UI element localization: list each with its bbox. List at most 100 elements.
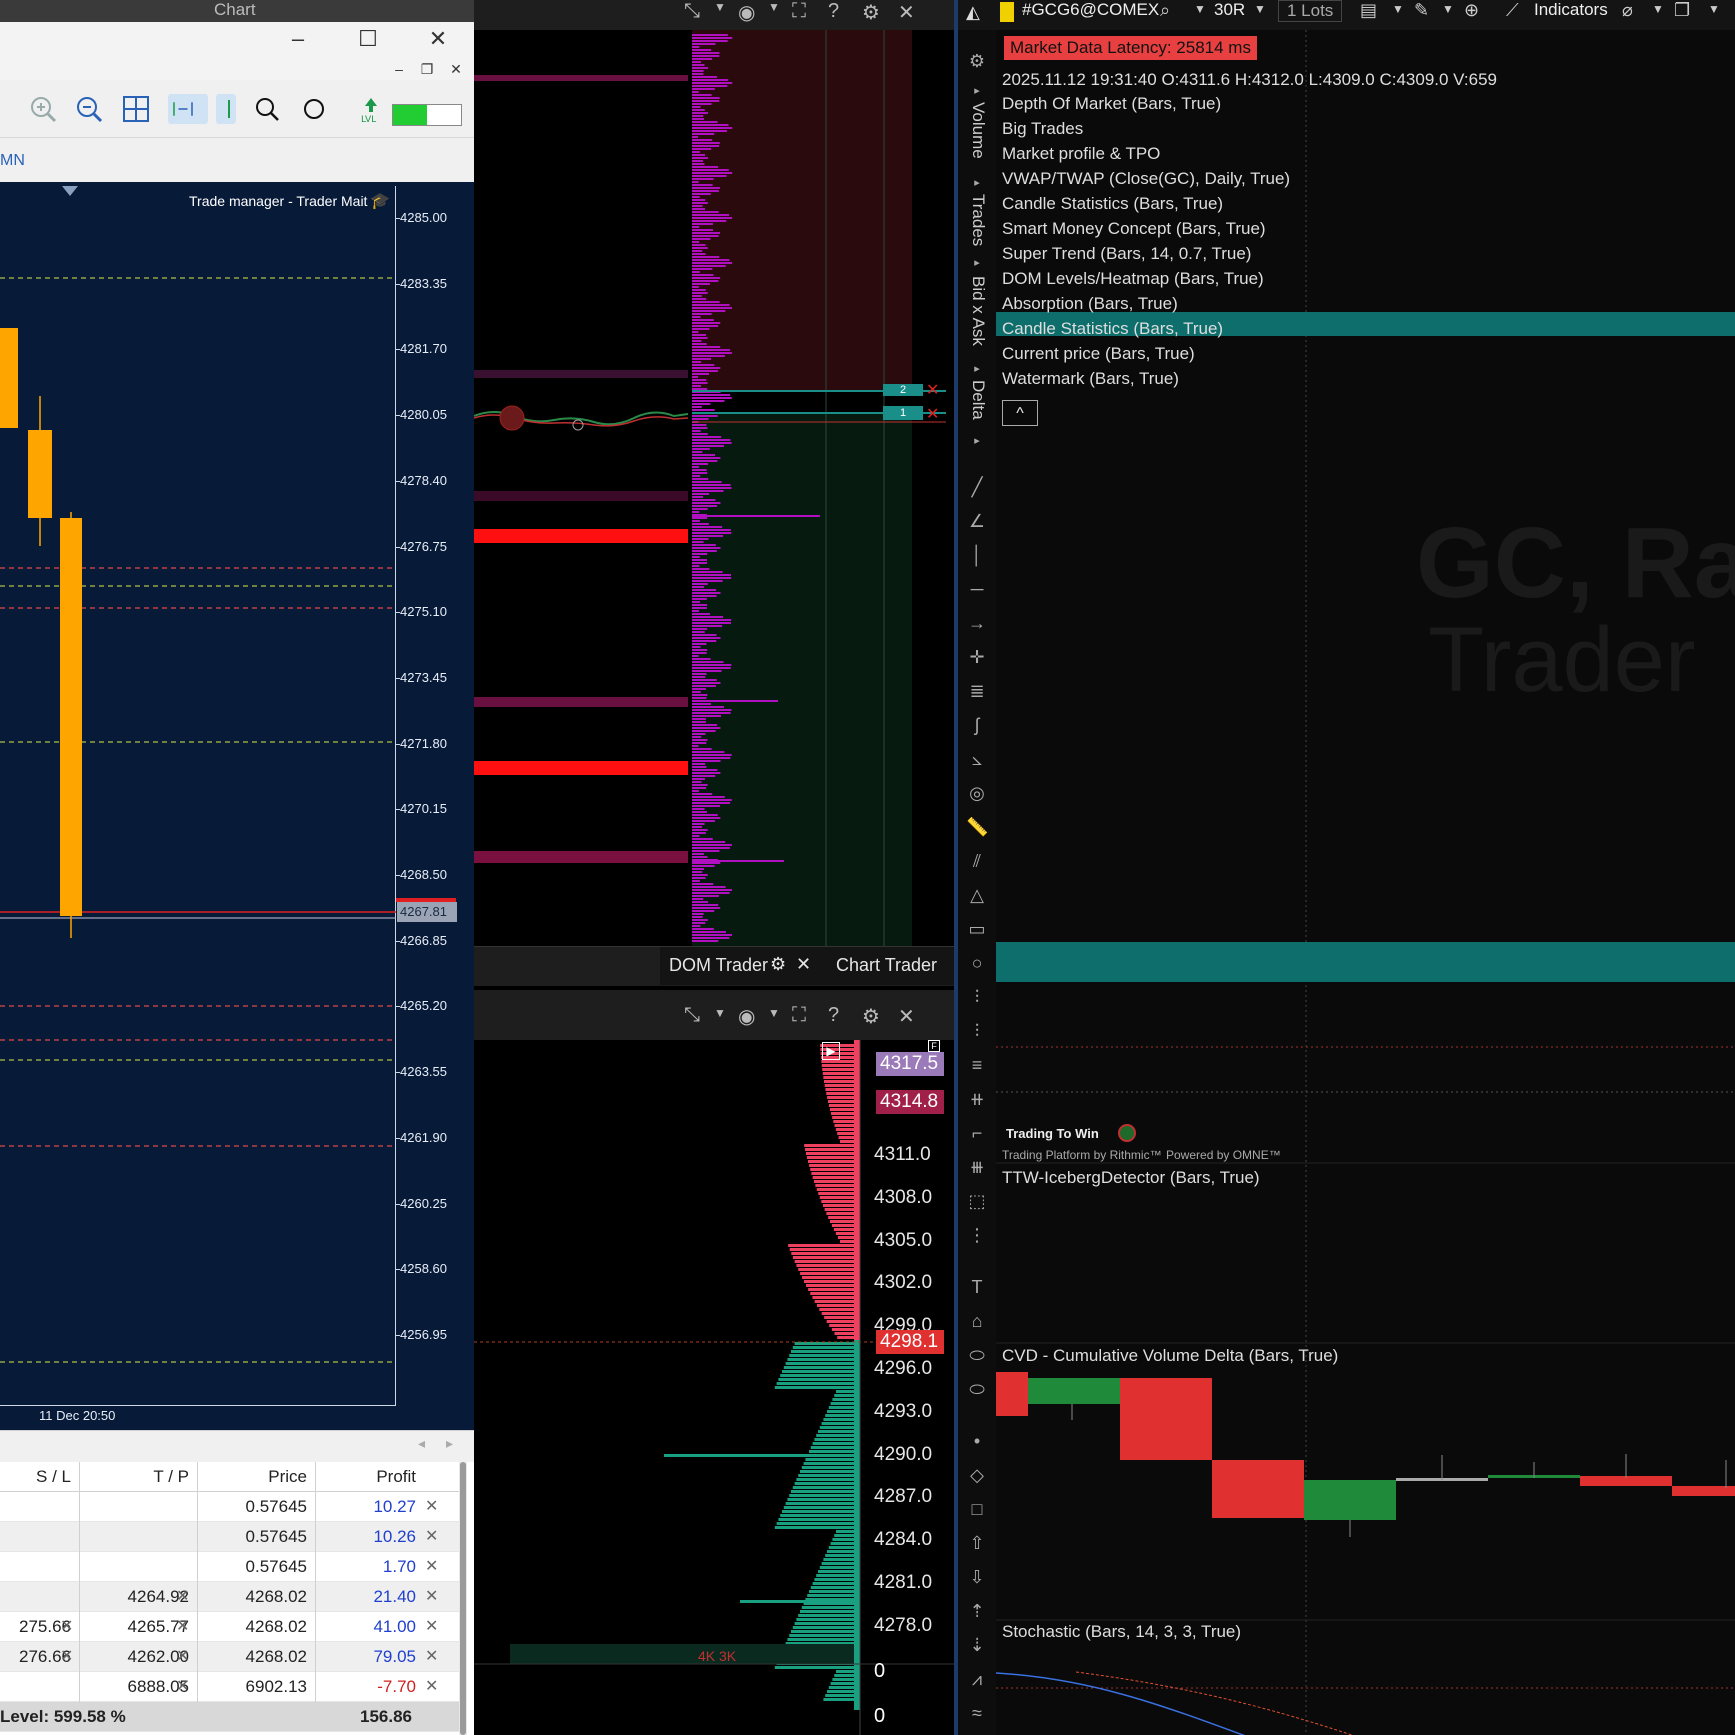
indicator-item[interactable]: Depth Of Market (Bars, True) <box>1002 94 1221 114</box>
tag-icon[interactable]: ⌂ <box>966 1310 988 1332</box>
collapse-icon[interactable]: ⤡ <box>684 0 700 23</box>
close-position-icon[interactable]: ✕ <box>425 1492 438 1522</box>
gear-icon[interactable]: ⚙ <box>862 0 880 25</box>
circle-icon[interactable]: ○ <box>966 952 988 974</box>
zoom-icon[interactable]: ⊕ <box>1464 0 1479 21</box>
gann-icon[interactable]: ⦣ <box>966 748 988 770</box>
close-position-icon[interactable]: ✕ <box>425 1522 438 1552</box>
chart-shift-icon[interactable] <box>216 94 236 124</box>
text-icon[interactable]: T <box>966 1276 988 1298</box>
flag-icon[interactable]: F <box>928 1040 940 1052</box>
mouse-icon[interactable]: ⌀ <box>1622 0 1633 21</box>
table-row[interactable]: 275.66 4265.77 4268.02 41.00 ✕ ✕ ✕ <box>0 1612 460 1642</box>
remove-tp-icon[interactable]: ✕ <box>176 1582 189 1612</box>
remove-sl-icon[interactable]: ✕ <box>60 1612 73 1642</box>
camera-icon[interactable]: ◉ <box>738 0 755 25</box>
fullscreen-icon[interactable]: ⛶ <box>792 1004 806 1027</box>
inner-close-button[interactable]: ✕ <box>441 60 471 78</box>
close-button[interactable]: ✕ <box>423 24 453 54</box>
minimize-button[interactable]: – <box>283 24 313 54</box>
chevron-down-icon[interactable]: ▼ <box>714 1006 726 1020</box>
close-position-icon[interactable]: ✕ <box>425 1582 438 1612</box>
col-sl[interactable]: S / L <box>0 1462 80 1492</box>
arrow-down-icon[interactable]: ⇩ <box>966 1566 988 1588</box>
table-row[interactable]: 0.57645 1.70 ✕ <box>0 1552 460 1582</box>
expand-arrow-icon[interactable]: ▸ <box>966 358 988 380</box>
collapse-icon[interactable]: ⤡ <box>684 1004 700 1027</box>
inner-minimize-button[interactable]: – <box>384 60 414 78</box>
indicator-item[interactable]: Big Trades <box>1002 119 1083 139</box>
cancel-order-icon[interactable]: ✕ <box>926 380 939 400</box>
indicator-item[interactable]: Candle Statistics (Bars, True) <box>1002 194 1223 214</box>
level-icon[interactable]: LVL <box>356 94 386 125</box>
crosshair-icon[interactable]: ✛ <box>966 646 988 668</box>
sort-up-icon[interactable]: ⇡ <box>966 1600 988 1622</box>
side-tab-bid-ask[interactable]: Bid x Ask <box>968 276 988 346</box>
chevron-down-icon[interactable]: ▼ <box>1708 2 1720 16</box>
step-icon[interactable]: ⌐ <box>966 1122 988 1144</box>
indicator-item[interactable]: Watermark (Bars, True) <box>1002 369 1179 389</box>
mt-price-chart[interactable]: Trade manager - Trader Mait 🎓 4285.00 428… <box>0 182 474 1430</box>
curve-icon[interactable]: ʃ <box>966 714 988 736</box>
col-tp[interactable]: T / P <box>80 1462 198 1492</box>
arrow-icon[interactable]: → <box>966 612 988 634</box>
levels-icon[interactable]: ⫶ <box>966 986 988 1008</box>
expand-arrow-icon[interactable]: ▸ <box>966 172 988 194</box>
indicator-item[interactable]: Absorption (Bars, True) <box>1002 294 1178 314</box>
indicators-button[interactable]: Indicators <box>1534 0 1608 20</box>
chevron-down-icon[interactable]: ▼ <box>1254 2 1266 16</box>
arrow-up-icon[interactable]: ⇧ <box>966 1532 988 1554</box>
side-tab-trades[interactable]: Trades <box>968 194 988 246</box>
channel-icon[interactable]: ⫽ <box>966 850 988 872</box>
collapse-indicators-button[interactable]: ^ <box>1002 400 1038 426</box>
timeframe-selector[interactable]: 30R <box>1214 0 1245 20</box>
tab-dom-trader[interactable]: DOM Trader <box>669 955 768 976</box>
zigzag-icon[interactable]: ⩘ <box>966 1668 988 1690</box>
lots-input[interactable]: 1 Lots <box>1278 0 1343 22</box>
expand-arrow-icon[interactable]: ▸ <box>966 80 988 102</box>
cancel-order-icon[interactable]: ✕ <box>926 404 939 424</box>
search-icon[interactable] <box>252 94 282 124</box>
remove-tp-icon[interactable]: ✕ <box>176 1612 189 1642</box>
close-position-icon[interactable]: ✕ <box>425 1612 438 1642</box>
close-position-icon[interactable]: ✕ <box>425 1642 438 1672</box>
symbol-name[interactable]: #GCG6@COMEX <box>1022 0 1159 20</box>
order-badge-1[interactable]: 1 <box>883 406 923 420</box>
indicator-item[interactable]: Candle Statistics (Bars, True) <box>1002 319 1223 339</box>
graduation-cap-icon[interactable]: 🎓 <box>370 191 390 211</box>
symbol-fragment[interactable]: MN <box>0 152 25 170</box>
expand-arrow-icon[interactable]: ▸ <box>966 252 988 274</box>
indicator-item[interactable]: Super Trend (Bars, 14, 0.7, True) <box>1002 244 1251 264</box>
table-scrollbar[interactable] <box>459 1462 467 1735</box>
rectangle-icon[interactable]: ▭ <box>966 918 988 940</box>
vertical-line-icon[interactable]: │ <box>966 544 988 566</box>
triangle-icon[interactable]: △ <box>966 884 988 906</box>
fullscreen-icon[interactable]: ⛶ <box>792 0 806 23</box>
pencil-icon[interactable]: ✎ <box>1414 0 1429 21</box>
scroll-right-icon[interactable]: ▸ <box>446 1435 453 1452</box>
help-icon[interactable]: ? <box>828 0 839 23</box>
chat-icon[interactable] <box>300 94 330 124</box>
tab-close-icon[interactable]: ✕ <box>796 954 811 975</box>
side-tab-delta[interactable]: Delta <box>968 380 988 420</box>
table-row[interactable]: 0.57645 10.27 ✕ <box>0 1492 460 1522</box>
gear-icon[interactable]: ⚙ <box>862 1004 880 1029</box>
camera-icon[interactable]: ◉ <box>738 1004 755 1029</box>
window-icon[interactable]: ❐ <box>1674 0 1690 21</box>
dot-icon[interactable]: • <box>966 1430 988 1452</box>
autoscroll-icon[interactable] <box>168 94 208 124</box>
gear-icon[interactable]: ⚙ <box>966 50 988 72</box>
spiral-icon[interactable]: ◎ <box>966 782 988 804</box>
search-icon[interactable]: ⌕ <box>1160 0 1170 21</box>
inner-restore-button[interactable]: ❐ <box>412 60 442 78</box>
bars-icon[interactable]: ⧻ <box>966 1156 988 1178</box>
profile-icon[interactable]: ≡ <box>966 1054 988 1076</box>
app-logo-icon[interactable]: ◭ <box>966 2 980 23</box>
table-row[interactable]: 6888.05 6902.13 -7.70 ✕ ✕ <box>0 1672 460 1702</box>
main-chart[interactable]: GC, Ra Trader Market Data Latency: 25814… <box>996 30 1735 1735</box>
maximize-button[interactable]: ☐ <box>353 24 383 54</box>
square-icon[interactable]: □ <box>966 1498 988 1520</box>
sort-down-icon[interactable]: ⇣ <box>966 1634 988 1656</box>
indicator-item[interactable]: DOM Levels/Heatmap (Bars, True) <box>1002 269 1264 289</box>
remove-sl-icon[interactable]: ✕ <box>60 1642 73 1672</box>
